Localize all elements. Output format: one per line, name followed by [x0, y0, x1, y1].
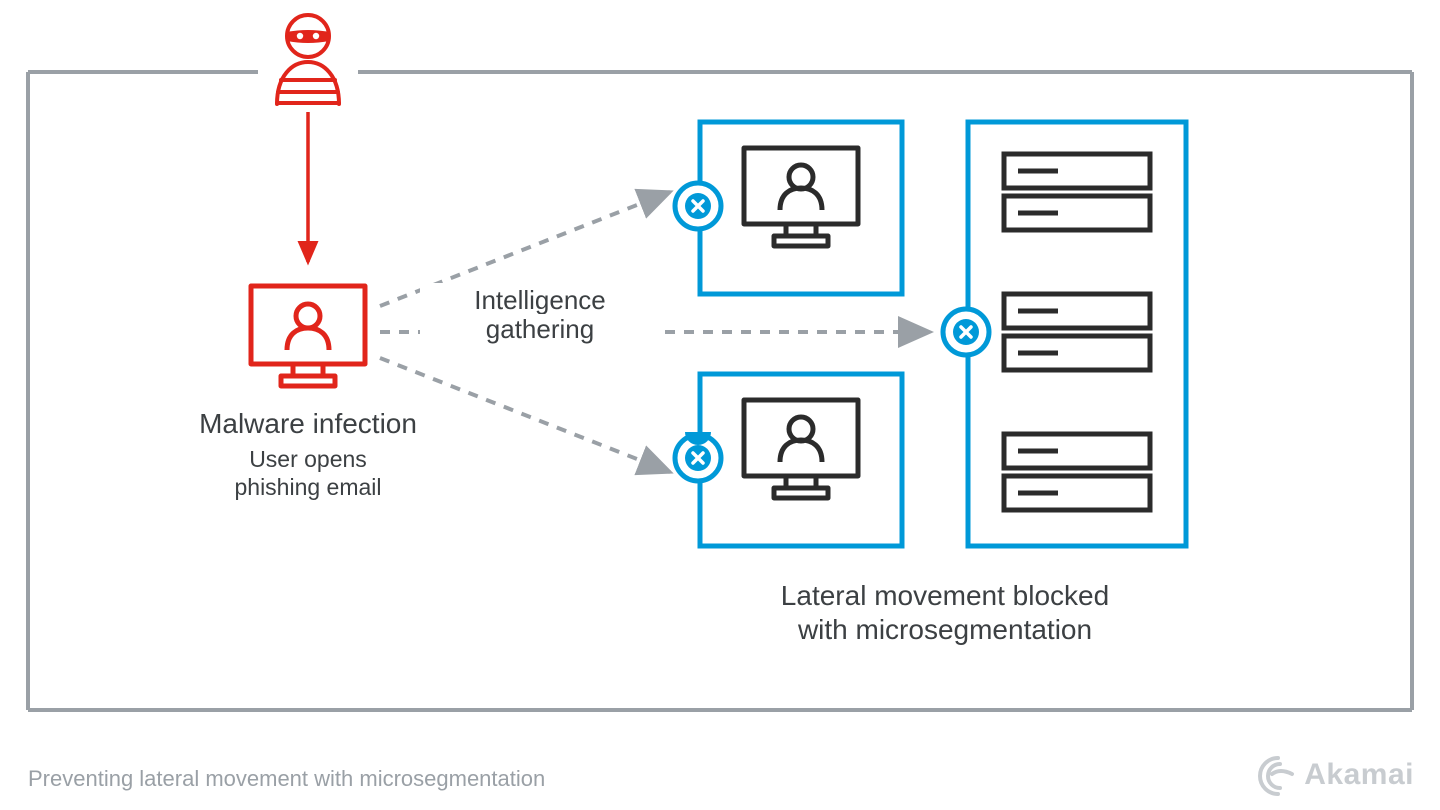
- segment-box-bottom: [696, 370, 906, 550]
- diagram-canvas: Malware infection User opens phishing em…: [0, 0, 1440, 810]
- block-x-icon: [672, 180, 724, 232]
- block-x-icon: [672, 432, 724, 484]
- intel-label-2: gathering: [420, 314, 660, 347]
- server-segment-box: [964, 118, 1190, 550]
- brand-name: Akamai: [1304, 758, 1414, 792]
- workstation-icon-red: [243, 278, 373, 398]
- lateral-blocked-2: with microsegmentation: [690, 614, 1200, 646]
- intel-label-1: Intelligence: [420, 283, 660, 318]
- attack-arrow: [288, 112, 328, 282]
- figure-caption: Preventing lateral movement with microse…: [28, 766, 545, 792]
- lateral-blocked-1: Lateral movement blocked: [690, 580, 1200, 612]
- block-x-icon: [940, 306, 992, 358]
- brand-logo: Akamai: [1256, 754, 1414, 796]
- attacker-icon: [263, 8, 353, 110]
- akamai-wave-icon: [1256, 754, 1298, 796]
- segment-box-top: [696, 118, 906, 298]
